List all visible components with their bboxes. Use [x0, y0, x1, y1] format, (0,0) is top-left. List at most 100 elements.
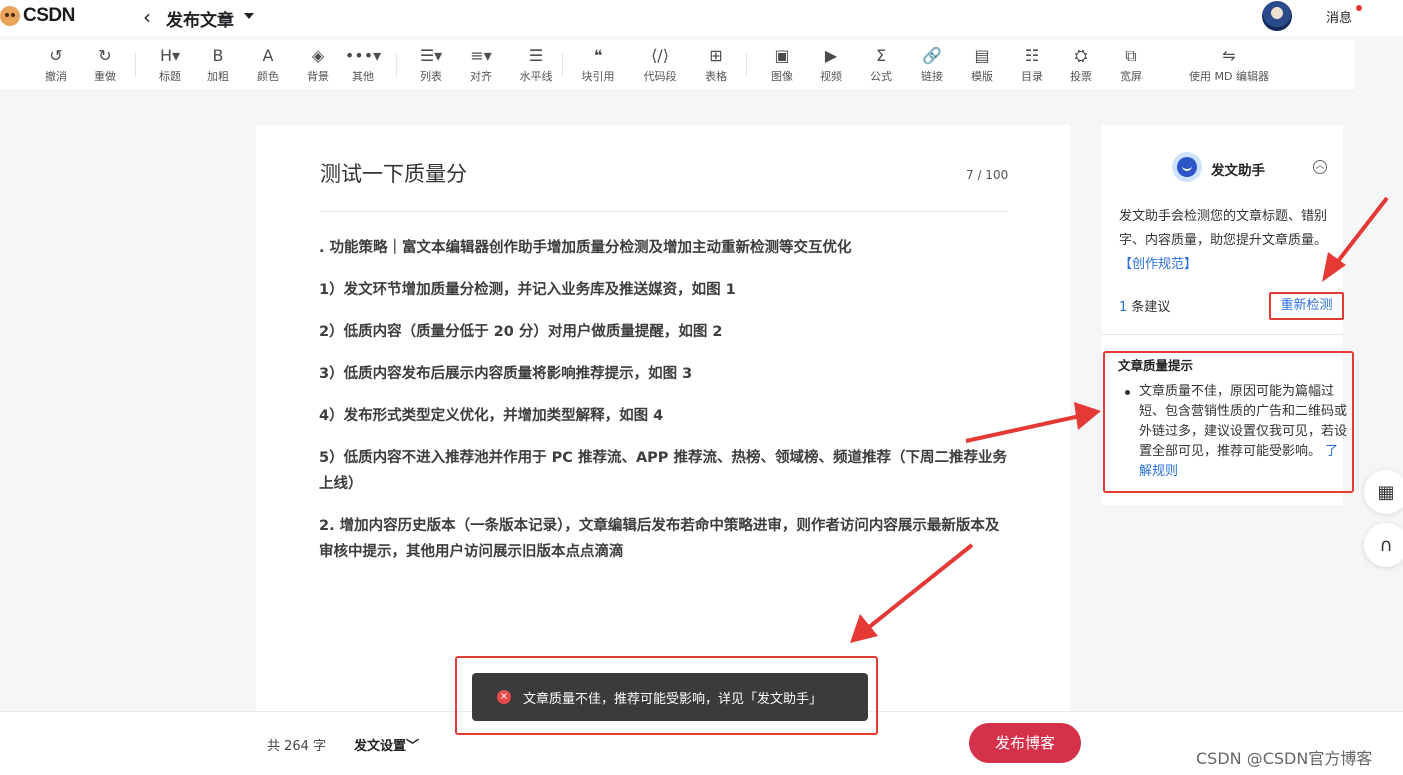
paragraph: 2）低质内容（质量分低于 20 分）对用户做质量提醒，如图 2	[319, 324, 723, 340]
toolbar-label: 背景	[307, 70, 329, 83]
toolbar-label: 块引用	[581, 70, 615, 83]
toolbar-label: 链接	[921, 70, 943, 83]
paragraph: 5）低质内容不进入推荐池并作用于 PC 推荐流、APP 推荐流、热榜、领域榜、频…	[319, 450, 1007, 492]
watermark: CSDN @CSDN官方博客	[1196, 749, 1373, 768]
quality-tip-item: 文章质量不佳，原因可能为篇幅过短、包含营销性质的广告和二维码或外链过多，建议设置…	[1123, 382, 1348, 482]
toolbar-icon: ⇋	[1222, 46, 1236, 65]
logo-text: CSDN	[23, 5, 75, 26]
toolbar-icon: ☰▾	[419, 46, 443, 65]
toolbar-button[interactable]: H▾ 标题	[147, 45, 193, 84]
chevron-down-icon[interactable]	[244, 13, 254, 19]
toast-message: × 文章质量不佳，推荐可能受影响，详见「发文助手」	[472, 673, 868, 721]
toolbar-label: 视频	[820, 70, 842, 83]
csdn-logo[interactable]: CSDN	[0, 4, 75, 28]
toolbar-icon: ⊞	[709, 46, 723, 65]
toolbar-button[interactable]: ⟨/⟩ 代码段	[637, 45, 683, 84]
chevron-left-icon[interactable]: ‹	[143, 5, 151, 29]
qrcode-icon[interactable]: ▦	[1364, 470, 1403, 514]
toolbar-label: 模版	[971, 70, 993, 83]
toolbar-label: 图像	[771, 70, 793, 83]
toolbar-button[interactable]: ▣ 图像	[759, 45, 805, 84]
toolbar-label: 重做	[94, 70, 116, 83]
recheck-button[interactable]: 重新检测	[1269, 292, 1344, 320]
toolbar-label: 目录	[1021, 70, 1043, 83]
assistant-desc-text: 发文助手会检测您的文章标题、错别字、内容质量，助您提升文章质量。	[1119, 209, 1328, 248]
publish-settings-label: 发文设置	[354, 739, 407, 754]
toolbar-label: 标题	[159, 70, 181, 83]
quality-tips-title: 文章质量提示	[1118, 358, 1194, 373]
suggestion-count-label: 条建议	[1127, 300, 1171, 315]
toolbar-button[interactable]: •••▾ 其他	[340, 45, 386, 84]
error-icon: ×	[497, 690, 511, 704]
assistant-description: 发文助手会检测您的文章标题、错别字、内容质量，助您提升文章质量。【创作规范】	[1119, 205, 1329, 277]
article-title-input[interactable]: 测试一下质量分	[320, 158, 467, 188]
monkey-logo-icon	[0, 6, 20, 26]
avatar[interactable]	[1262, 1, 1292, 31]
toolbar-label: 对齐	[470, 70, 492, 83]
publish-button[interactable]: 发布博客	[969, 723, 1081, 763]
toolbar-separator	[562, 53, 563, 77]
publish-settings-dropdown[interactable]: 发文设置﹀	[354, 735, 419, 754]
title-char-counter: 7 / 100	[966, 168, 1009, 182]
toolbar-label: 公式	[870, 70, 892, 83]
toolbar-button[interactable]: ⊞ 表格	[693, 45, 739, 84]
messages-link[interactable]: 消息	[1326, 7, 1352, 26]
toolbar-button[interactable]: ↺ 撤消	[33, 45, 79, 84]
toolbar-icon: ▤	[974, 46, 990, 65]
toolbar-button[interactable]: ⛭ 投票	[1058, 45, 1104, 84]
chevron-down-icon: ﹀	[406, 739, 420, 754]
article-body[interactable]: . 功能策略｜富文本编辑器创作助手增加质量分检测及增加主动重新检测等交互优化 1…	[319, 235, 1009, 581]
toolbar-button[interactable]: ▤ 模版	[959, 45, 1005, 84]
toolbar-button[interactable]: 🔗 链接	[909, 45, 955, 84]
toolbar-button[interactable]: Σ 公式	[858, 45, 904, 84]
divider	[1102, 334, 1343, 335]
toolbar-label: 代码段	[643, 70, 677, 83]
toolbar-button[interactable]: ☷ 目录	[1009, 45, 1055, 84]
bullet-icon	[1125, 390, 1130, 395]
assistant-icon	[1172, 152, 1202, 182]
toolbar-button[interactable]: A 颜色	[245, 45, 291, 84]
toolbar-icon: ❝	[593, 46, 603, 65]
page-title: 发布文章	[166, 11, 234, 31]
toolbar-button[interactable]: ⧉ 宽屏	[1108, 45, 1154, 84]
toolbar-button[interactable]: ▶ 视频	[808, 45, 854, 84]
toolbar-button[interactable]: ☰ 水平线	[513, 45, 559, 84]
toolbar-icon: ↻	[98, 46, 112, 65]
toolbar-icon: ☰	[528, 46, 544, 65]
toolbar-label: 颜色	[257, 70, 279, 83]
collapse-icon[interactable]: ︿	[1313, 160, 1327, 174]
title-divider	[320, 211, 1007, 212]
toolbar-label: 列表	[420, 70, 442, 83]
toolbar-button[interactable]: ⇋ 使用 MD 编辑器	[1174, 45, 1284, 84]
toolbar-icon: ⛭	[1074, 46, 1088, 65]
paragraph: 2. 增加内容历史版本（一条版本记录），文章编辑后发布若命中策略进审，则作者访问…	[319, 518, 1000, 560]
toolbar-icon: 🔗	[922, 46, 942, 65]
toolbar-label: 加粗	[207, 70, 229, 83]
toolbar-icon: ≡▾	[470, 46, 492, 65]
toolbar-icon: ▣	[774, 46, 790, 65]
creation-rules-link[interactable]: 【创作规范】	[1119, 257, 1197, 272]
headset-icon[interactable]: ∩	[1364, 523, 1403, 567]
toolbar-button[interactable]: ◈ 背景	[295, 45, 341, 84]
toolbar-icon: B	[212, 46, 224, 65]
toolbar-label: 投票	[1070, 70, 1092, 83]
toolbar-icon: ◈	[311, 46, 325, 65]
paragraph: . 功能策略｜富文本编辑器创作助手增加质量分检测及增加主动重新检测等交互优化	[319, 240, 852, 256]
toolbar-icon: ↺	[49, 46, 63, 65]
paragraph: 1）发文环节增加质量分检测，并记入业务库及推送媒资，如图 1	[319, 282, 736, 298]
suggestion-count: 1 条建议	[1119, 296, 1170, 315]
unread-dot	[1356, 5, 1362, 11]
toolbar-icon: •••▾	[344, 46, 382, 65]
toolbar-button[interactable]: ≡▾ 对齐	[458, 45, 504, 84]
quality-tip-text: 文章质量不佳，原因可能为篇幅过短、包含营销性质的广告和二维码或外链过多，建议设置…	[1139, 384, 1348, 459]
assistant-title: 发文助手	[1211, 163, 1265, 179]
toolbar-button[interactable]: ↻ 重做	[82, 45, 128, 84]
toolbar-label: 其他	[352, 70, 374, 83]
toolbar-button[interactable]: ❝ 块引用	[575, 45, 621, 84]
toolbar-button[interactable]: B 加粗	[195, 45, 241, 84]
toolbar-icon: Σ	[875, 46, 887, 65]
toolbar-icon: A	[262, 46, 274, 65]
toolbar-button[interactable]: ☰▾ 列表	[408, 45, 454, 84]
paragraph: 4）发布形式类型定义优化，并增加类型解释，如图 4	[319, 408, 664, 424]
toolbar-icon: ▶	[824, 46, 838, 65]
